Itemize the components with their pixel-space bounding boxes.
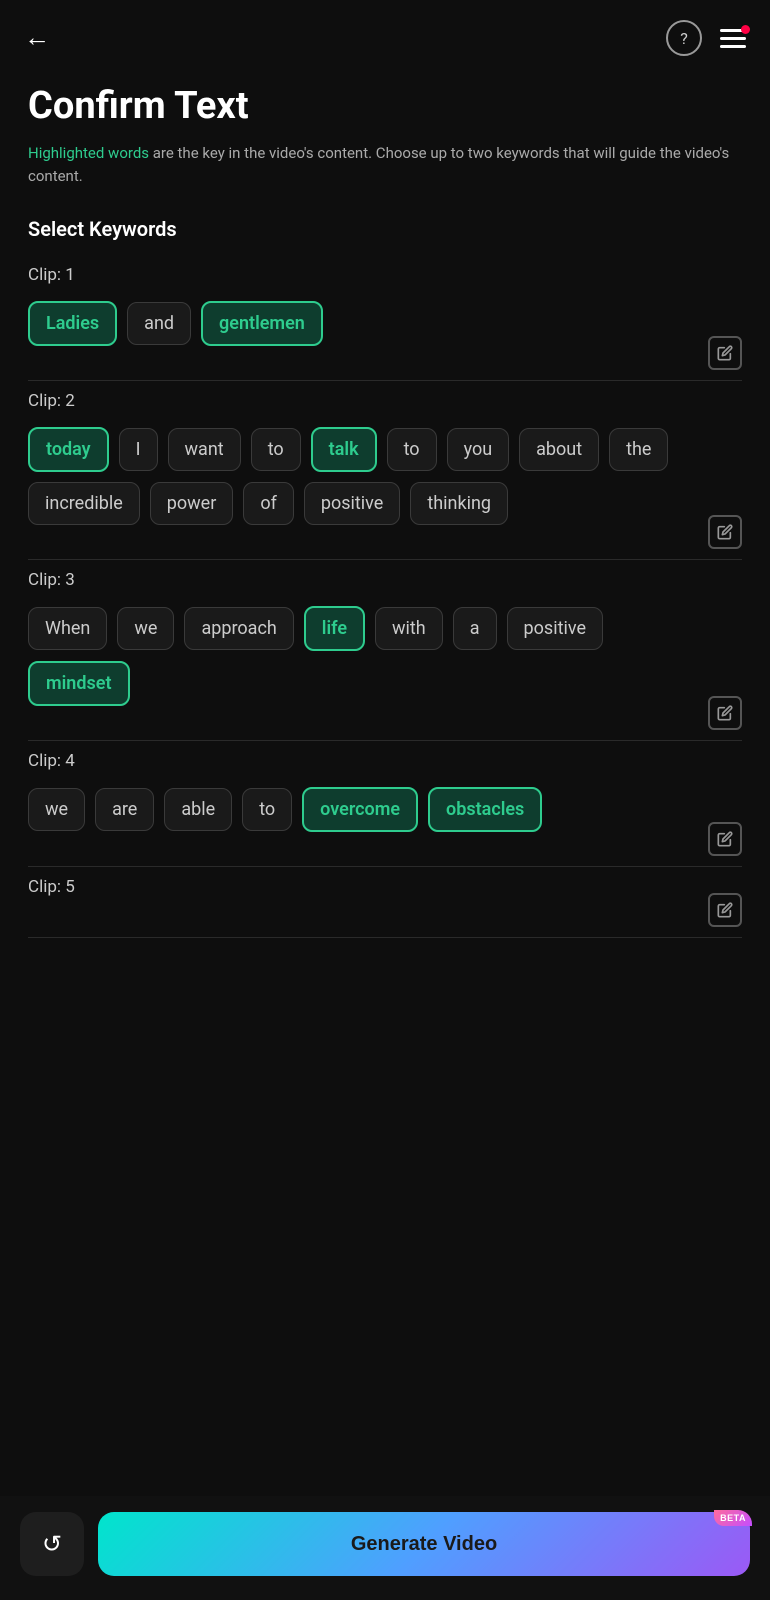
word-chip-1-3[interactable]: gentlemen (201, 301, 323, 346)
page-content: Confirm Text Highlighted words are the k… (0, 66, 770, 1108)
word-chip-3-6[interactable]: a (453, 607, 497, 650)
word-chip-4-6[interactable]: obstacles (428, 787, 542, 832)
word-chip-2-4[interactable]: to (251, 428, 301, 471)
word-chip-3-7[interactable]: positive (507, 607, 603, 650)
word-chip-4-5[interactable]: overcome (302, 787, 418, 832)
menu-line-3 (720, 45, 746, 48)
page-description: Highlighted words are the key in the vid… (28, 142, 742, 187)
header-right: ? (666, 20, 746, 56)
word-chip-2-3[interactable]: want (168, 428, 241, 471)
word-chip-2-10[interactable]: incredible (28, 482, 140, 525)
clip-words-row-2: todayIwanttotalktoyouabouttheincrediblep… (28, 427, 692, 525)
word-chip-2-11[interactable]: power (150, 482, 234, 525)
help-icon: ? (680, 29, 688, 48)
clip-label-4: Clip: 4 (28, 751, 742, 771)
generate-video-button[interactable]: Generate Video BETA (98, 1512, 750, 1576)
edit-icon-clip-3[interactable] (708, 696, 742, 730)
clip-section-4: Clip: 4 weareabletoovercomeobstacles (28, 751, 742, 867)
clip-section-2: Clip: 2todayIwanttotalktoyouabouttheincr… (28, 391, 742, 560)
word-chip-2-1[interactable]: today (28, 427, 109, 472)
header: ← ? (0, 0, 770, 66)
generate-label: Generate Video (351, 1533, 497, 1556)
word-chip-3-1[interactable]: When (28, 607, 107, 650)
description-highlight: Highlighted words (28, 144, 149, 162)
word-chip-3-8[interactable]: mindset (28, 661, 130, 706)
help-button[interactable]: ? (666, 20, 702, 56)
word-chip-2-7[interactable]: you (447, 428, 510, 471)
menu-button[interactable] (720, 29, 746, 48)
clip-words-row-4: weareabletoovercomeobstacles (28, 787, 692, 832)
beta-badge: BETA (714, 1510, 752, 1526)
word-chip-2-12[interactable]: of (243, 482, 294, 525)
clips-container: Clip: 1 Ladiesandgentlemen Clip: 2 todayIwa… (28, 265, 742, 938)
clip-label-1: Clip: 1 (28, 265, 742, 285)
word-chip-2-13[interactable]: positive (304, 482, 400, 525)
clip-label-5: Clip: 5 (28, 877, 742, 897)
clip-words-row-3: Whenweapproach lifewithapositive mindset (28, 606, 692, 706)
clip-label-3: Clip: 3 (28, 570, 742, 590)
menu-line-2 (720, 37, 746, 40)
reset-button[interactable]: ↺ (20, 1512, 84, 1576)
word-chip-2-6[interactable]: to (387, 428, 437, 471)
word-chip-3-5[interactable]: with (375, 607, 443, 650)
word-chip-2-14[interactable]: thinking (410, 482, 508, 525)
clip-section-5: Clip: 5 (28, 877, 742, 938)
clip-label-2: Clip: 2 (28, 391, 742, 411)
word-chip-2-9[interactable]: the (609, 428, 668, 471)
back-button[interactable]: ← (24, 25, 50, 51)
clip-words-3: Whenweapproach lifewithapositive mindset (28, 606, 742, 706)
clip-words-1: Ladiesandgentlemen (28, 301, 742, 346)
edit-icon-clip-4[interactable] (708, 822, 742, 856)
clip-words-row-1: Ladiesandgentlemen (28, 301, 692, 346)
clip-words-2: todayIwanttotalktoyouabouttheincrediblep… (28, 427, 742, 525)
word-chip-1-1[interactable]: Ladies (28, 301, 117, 346)
page-title: Confirm Text (28, 84, 742, 128)
clip-section-3: Clip: 3 Whenweapproach lifewithapositive mi… (28, 570, 742, 741)
word-chip-1-2[interactable]: and (127, 302, 191, 345)
word-chip-3-3[interactable]: approach (184, 607, 293, 650)
clip-section-1: Clip: 1 Ladiesandgentlemen (28, 265, 742, 381)
select-keywords-title: Select Keywords (28, 217, 742, 241)
word-chip-3-4[interactable]: life (304, 606, 365, 651)
word-chip-2-5[interactable]: talk (311, 427, 377, 472)
edit-icon-clip-1[interactable] (708, 336, 742, 370)
word-chip-4-2[interactable]: are (95, 788, 154, 831)
bottom-bar: ↺ Generate Video BETA (0, 1496, 770, 1600)
reset-icon: ↺ (42, 1530, 62, 1558)
word-chip-4-1[interactable]: we (28, 788, 85, 831)
menu-dot (741, 25, 750, 34)
word-chip-4-4[interactable]: to (242, 788, 292, 831)
word-chip-3-2[interactable]: we (117, 607, 174, 650)
edit-icon-clip-2[interactable] (708, 515, 742, 549)
word-chip-4-3[interactable]: able (164, 788, 232, 831)
word-chip-2-8[interactable]: about (519, 428, 599, 471)
edit-icon-clip-5[interactable] (708, 893, 742, 927)
word-chip-2-2[interactable]: I (119, 428, 158, 471)
clip-words-4: weareabletoovercomeobstacles (28, 787, 742, 832)
